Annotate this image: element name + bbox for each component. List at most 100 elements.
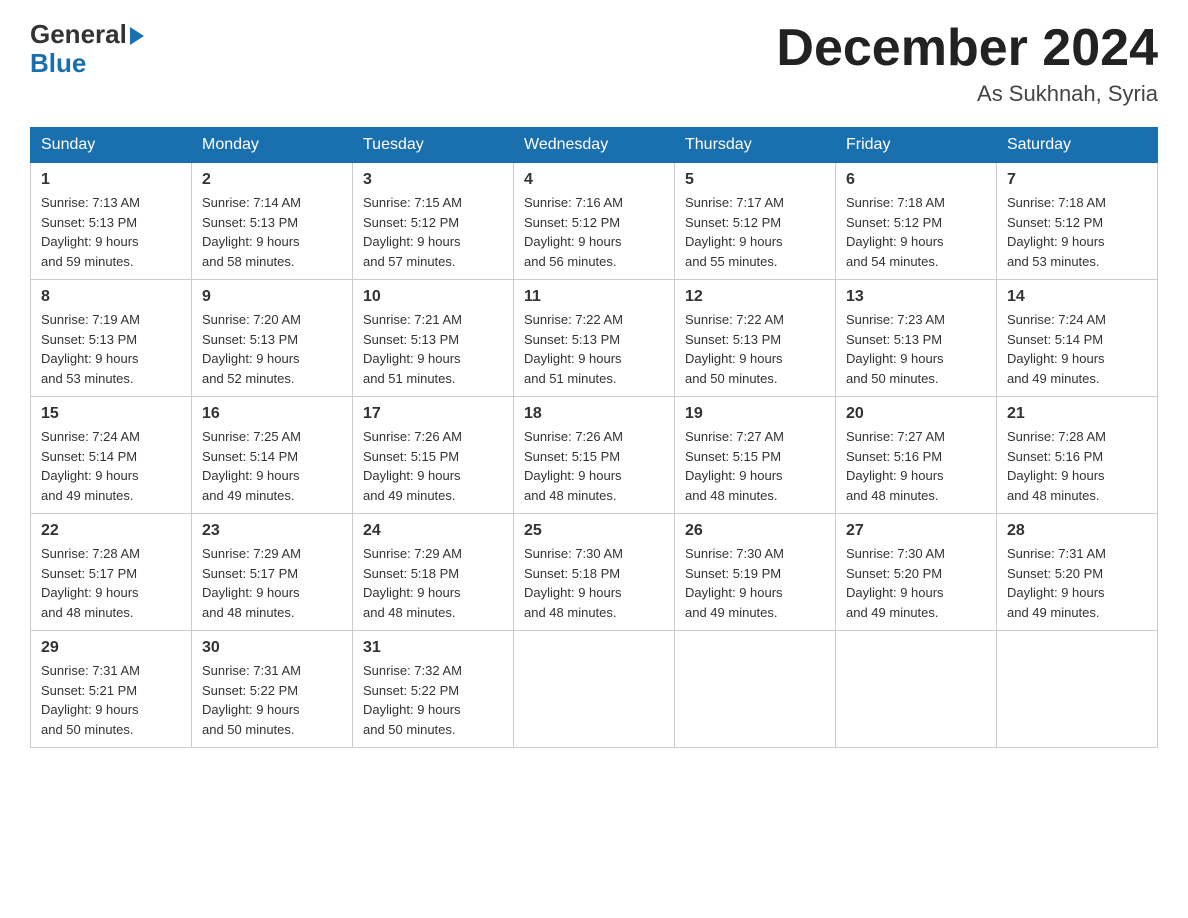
- page-header: General Blue December 2024 As Sukhnah, S…: [30, 20, 1158, 107]
- header-saturday: Saturday: [997, 128, 1158, 163]
- day-number: 23: [202, 522, 342, 540]
- day-cell: 1 Sunrise: 7:13 AM Sunset: 5:13 PM Dayli…: [31, 163, 192, 280]
- week-row-4: 22 Sunrise: 7:28 AM Sunset: 5:17 PM Dayl…: [31, 514, 1158, 631]
- day-number: 10: [363, 288, 503, 306]
- day-number: 16: [202, 405, 342, 423]
- day-cell: 27 Sunrise: 7:30 AM Sunset: 5:20 PM Dayl…: [836, 514, 997, 631]
- header-tuesday: Tuesday: [353, 128, 514, 163]
- header-row: SundayMondayTuesdayWednesdayThursdayFrid…: [31, 128, 1158, 163]
- day-info: Sunrise: 7:29 AM Sunset: 5:18 PM Dayligh…: [363, 544, 503, 622]
- day-info: Sunrise: 7:29 AM Sunset: 5:17 PM Dayligh…: [202, 544, 342, 622]
- day-number: 14: [1007, 288, 1147, 306]
- day-info: Sunrise: 7:21 AM Sunset: 5:13 PM Dayligh…: [363, 310, 503, 388]
- day-info: Sunrise: 7:30 AM Sunset: 5:19 PM Dayligh…: [685, 544, 825, 622]
- day-number: 24: [363, 522, 503, 540]
- day-cell: 21 Sunrise: 7:28 AM Sunset: 5:16 PM Dayl…: [997, 397, 1158, 514]
- day-number: 26: [685, 522, 825, 540]
- day-number: 27: [846, 522, 986, 540]
- day-info: Sunrise: 7:15 AM Sunset: 5:12 PM Dayligh…: [363, 193, 503, 271]
- day-cell: 24 Sunrise: 7:29 AM Sunset: 5:18 PM Dayl…: [353, 514, 514, 631]
- day-cell: 12 Sunrise: 7:22 AM Sunset: 5:13 PM Dayl…: [675, 280, 836, 397]
- day-info: Sunrise: 7:28 AM Sunset: 5:16 PM Dayligh…: [1007, 427, 1147, 505]
- day-cell: 29 Sunrise: 7:31 AM Sunset: 5:21 PM Dayl…: [31, 631, 192, 748]
- day-info: Sunrise: 7:18 AM Sunset: 5:12 PM Dayligh…: [1007, 193, 1147, 271]
- day-cell: 25 Sunrise: 7:30 AM Sunset: 5:18 PM Dayl…: [514, 514, 675, 631]
- day-cell: 4 Sunrise: 7:16 AM Sunset: 5:12 PM Dayli…: [514, 163, 675, 280]
- day-cell: 9 Sunrise: 7:20 AM Sunset: 5:13 PM Dayli…: [192, 280, 353, 397]
- day-cell: 16 Sunrise: 7:25 AM Sunset: 5:14 PM Dayl…: [192, 397, 353, 514]
- day-cell: 22 Sunrise: 7:28 AM Sunset: 5:17 PM Dayl…: [31, 514, 192, 631]
- day-info: Sunrise: 7:30 AM Sunset: 5:20 PM Dayligh…: [846, 544, 986, 622]
- day-cell: 11 Sunrise: 7:22 AM Sunset: 5:13 PM Dayl…: [514, 280, 675, 397]
- day-info: Sunrise: 7:14 AM Sunset: 5:13 PM Dayligh…: [202, 193, 342, 271]
- day-info: Sunrise: 7:16 AM Sunset: 5:12 PM Dayligh…: [524, 193, 664, 271]
- logo-general: General: [30, 20, 144, 49]
- day-cell: 19 Sunrise: 7:27 AM Sunset: 5:15 PM Dayl…: [675, 397, 836, 514]
- header-friday: Friday: [836, 128, 997, 163]
- day-info: Sunrise: 7:27 AM Sunset: 5:16 PM Dayligh…: [846, 427, 986, 505]
- day-info: Sunrise: 7:24 AM Sunset: 5:14 PM Dayligh…: [41, 427, 181, 505]
- day-number: 19: [685, 405, 825, 423]
- day-cell: 13 Sunrise: 7:23 AM Sunset: 5:13 PM Dayl…: [836, 280, 997, 397]
- calendar-title: December 2024: [776, 20, 1158, 77]
- day-number: 20: [846, 405, 986, 423]
- day-number: 31: [363, 639, 503, 657]
- day-cell: 14 Sunrise: 7:24 AM Sunset: 5:14 PM Dayl…: [997, 280, 1158, 397]
- day-number: 18: [524, 405, 664, 423]
- week-row-2: 8 Sunrise: 7:19 AM Sunset: 5:13 PM Dayli…: [31, 280, 1158, 397]
- day-cell: 8 Sunrise: 7:19 AM Sunset: 5:13 PM Dayli…: [31, 280, 192, 397]
- day-number: 9: [202, 288, 342, 306]
- day-number: 17: [363, 405, 503, 423]
- day-cell: 26 Sunrise: 7:30 AM Sunset: 5:19 PM Dayl…: [675, 514, 836, 631]
- day-number: 8: [41, 288, 181, 306]
- day-info: Sunrise: 7:20 AM Sunset: 5:13 PM Dayligh…: [202, 310, 342, 388]
- calendar-subtitle: As Sukhnah, Syria: [776, 81, 1158, 107]
- week-row-3: 15 Sunrise: 7:24 AM Sunset: 5:14 PM Dayl…: [31, 397, 1158, 514]
- day-number: 12: [685, 288, 825, 306]
- day-info: Sunrise: 7:24 AM Sunset: 5:14 PM Dayligh…: [1007, 310, 1147, 388]
- day-info: Sunrise: 7:27 AM Sunset: 5:15 PM Dayligh…: [685, 427, 825, 505]
- day-info: Sunrise: 7:31 AM Sunset: 5:20 PM Dayligh…: [1007, 544, 1147, 622]
- day-info: Sunrise: 7:19 AM Sunset: 5:13 PM Dayligh…: [41, 310, 181, 388]
- day-number: 25: [524, 522, 664, 540]
- day-info: Sunrise: 7:28 AM Sunset: 5:17 PM Dayligh…: [41, 544, 181, 622]
- title-block: December 2024 As Sukhnah, Syria: [776, 20, 1158, 107]
- header-wednesday: Wednesday: [514, 128, 675, 163]
- day-number: 21: [1007, 405, 1147, 423]
- day-cell: 5 Sunrise: 7:17 AM Sunset: 5:12 PM Dayli…: [675, 163, 836, 280]
- day-info: Sunrise: 7:18 AM Sunset: 5:12 PM Dayligh…: [846, 193, 986, 271]
- day-cell: 7 Sunrise: 7:18 AM Sunset: 5:12 PM Dayli…: [997, 163, 1158, 280]
- day-cell: 23 Sunrise: 7:29 AM Sunset: 5:17 PM Dayl…: [192, 514, 353, 631]
- day-number: 15: [41, 405, 181, 423]
- day-cell: 30 Sunrise: 7:31 AM Sunset: 5:22 PM Dayl…: [192, 631, 353, 748]
- day-info: Sunrise: 7:31 AM Sunset: 5:21 PM Dayligh…: [41, 661, 181, 739]
- day-number: 28: [1007, 522, 1147, 540]
- day-number: 11: [524, 288, 664, 306]
- day-number: 7: [1007, 171, 1147, 189]
- day-info: Sunrise: 7:25 AM Sunset: 5:14 PM Dayligh…: [202, 427, 342, 505]
- day-cell: 15 Sunrise: 7:24 AM Sunset: 5:14 PM Dayl…: [31, 397, 192, 514]
- day-cell: [836, 631, 997, 748]
- day-cell: [997, 631, 1158, 748]
- day-number: 5: [685, 171, 825, 189]
- day-cell: 2 Sunrise: 7:14 AM Sunset: 5:13 PM Dayli…: [192, 163, 353, 280]
- day-cell: [514, 631, 675, 748]
- header-sunday: Sunday: [31, 128, 192, 163]
- day-info: Sunrise: 7:22 AM Sunset: 5:13 PM Dayligh…: [685, 310, 825, 388]
- day-info: Sunrise: 7:31 AM Sunset: 5:22 PM Dayligh…: [202, 661, 342, 739]
- day-cell: 17 Sunrise: 7:26 AM Sunset: 5:15 PM Dayl…: [353, 397, 514, 514]
- day-number: 1: [41, 171, 181, 189]
- day-number: 22: [41, 522, 181, 540]
- day-info: Sunrise: 7:26 AM Sunset: 5:15 PM Dayligh…: [363, 427, 503, 505]
- logo: General Blue: [30, 20, 144, 77]
- day-info: Sunrise: 7:13 AM Sunset: 5:13 PM Dayligh…: [41, 193, 181, 271]
- day-cell: 3 Sunrise: 7:15 AM Sunset: 5:12 PM Dayli…: [353, 163, 514, 280]
- day-number: 30: [202, 639, 342, 657]
- day-info: Sunrise: 7:23 AM Sunset: 5:13 PM Dayligh…: [846, 310, 986, 388]
- day-number: 3: [363, 171, 503, 189]
- day-cell: 18 Sunrise: 7:26 AM Sunset: 5:15 PM Dayl…: [514, 397, 675, 514]
- day-info: Sunrise: 7:32 AM Sunset: 5:22 PM Dayligh…: [363, 661, 503, 739]
- day-info: Sunrise: 7:17 AM Sunset: 5:12 PM Dayligh…: [685, 193, 825, 271]
- day-cell: 28 Sunrise: 7:31 AM Sunset: 5:20 PM Dayl…: [997, 514, 1158, 631]
- day-number: 2: [202, 171, 342, 189]
